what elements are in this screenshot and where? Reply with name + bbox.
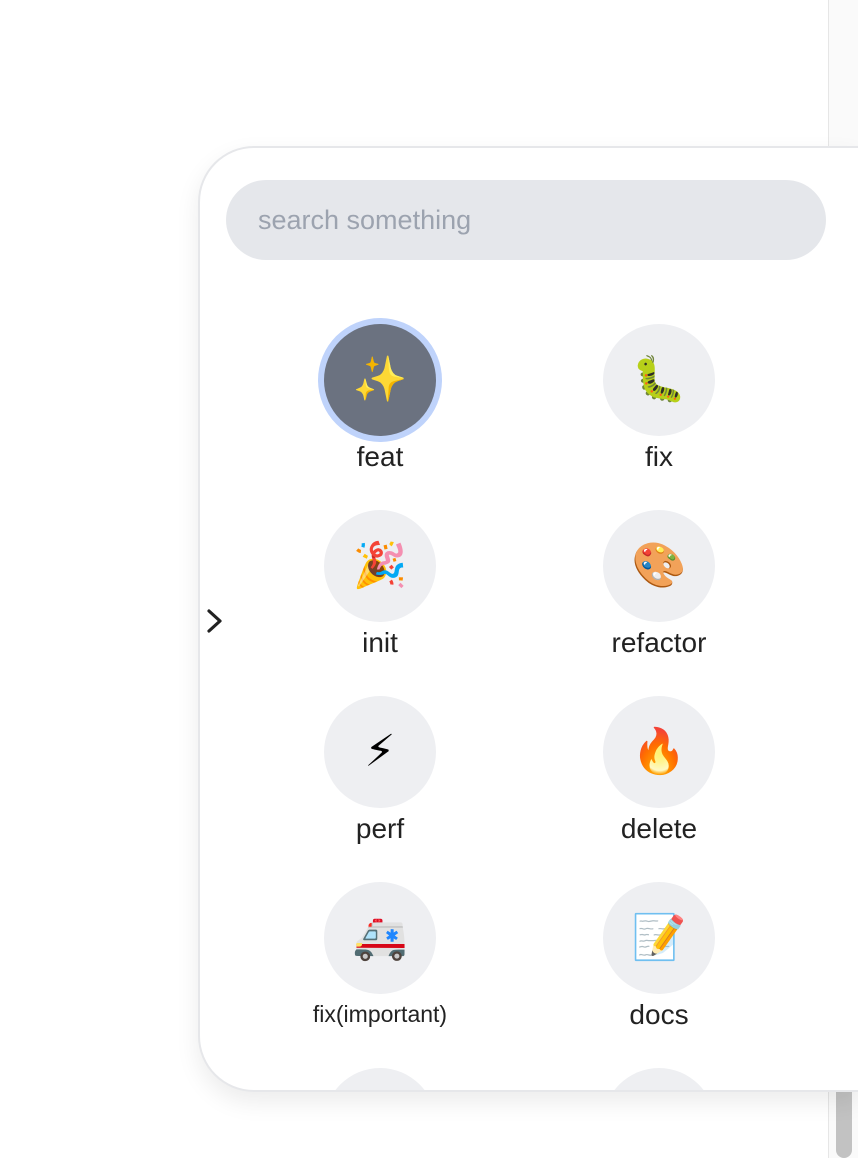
emoji-item-partial[interactable] [539, 1068, 779, 1090]
emoji-item-delete[interactable]: 🔥 delete [539, 696, 779, 845]
memo-icon: 📝 [603, 882, 715, 994]
emoji-item-perf[interactable]: ⚡ perf [260, 696, 500, 845]
party-popper-icon: 🎉 [324, 510, 436, 622]
emoji-item-docs[interactable]: 📝 docs [539, 882, 779, 1031]
search-input[interactable] [226, 180, 826, 260]
lightning-icon: ⚡ [324, 696, 436, 808]
emoji-item-label: init [362, 627, 398, 658]
emoji-item-label: delete [620, 813, 698, 844]
emoji-circle [603, 1068, 715, 1090]
emoji-item-label: feat [356, 441, 404, 472]
palette-icon: 🎨 [603, 510, 715, 622]
emoji-circle [324, 1068, 436, 1090]
emoji-item-label: refactor [611, 627, 707, 658]
emoji-item-label: docs [629, 999, 689, 1030]
fire-icon: 🔥 [603, 696, 715, 808]
emoji-item-label: fix [645, 441, 673, 472]
emoji-item-label: perf [355, 813, 405, 844]
page: ✨ feat 🐛 fix 🎉 init 🎨 refactor ⚡ perf 🔥 [0, 0, 858, 1158]
bug-icon: 🐛 [603, 324, 715, 436]
emoji-item-feat[interactable]: ✨ feat [260, 324, 500, 473]
emoji-item-refactor[interactable]: 🎨 refactor [539, 510, 779, 659]
chevron-right-icon[interactable] [204, 606, 226, 636]
emoji-item-fix-important[interactable]: 🚑 fix(important) [260, 882, 500, 1027]
emoji-item-fix[interactable]: 🐛 fix [539, 324, 779, 473]
emoji-item-partial[interactable] [260, 1068, 500, 1090]
emoji-item-label: fix(important) [312, 1001, 448, 1027]
ambulance-icon: 🚑 [324, 882, 436, 994]
emoji-picker-panel: ✨ feat 🐛 fix 🎉 init 🎨 refactor ⚡ perf 🔥 [198, 146, 858, 1092]
emoji-item-init[interactable]: 🎉 init [260, 510, 500, 659]
sparkles-icon: ✨ [324, 324, 436, 436]
